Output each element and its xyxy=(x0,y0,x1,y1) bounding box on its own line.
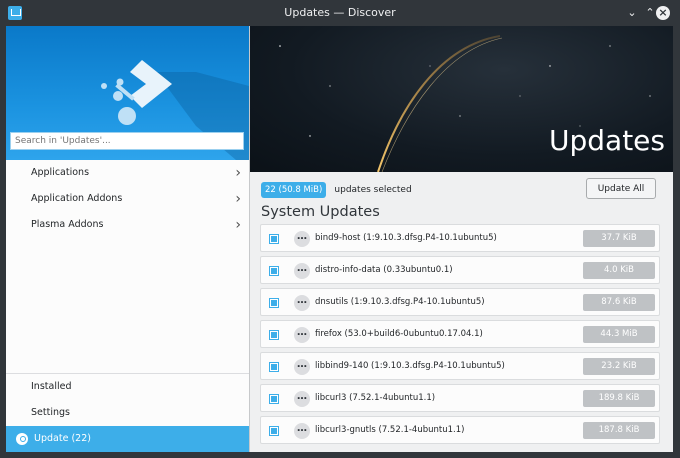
update-row[interactable]: … dnsutils (1:9.10.3.dfsg.P4-10.1ubuntu5… xyxy=(260,288,660,316)
package-size: 4.0 KiB xyxy=(583,262,655,279)
select-checkbox[interactable] xyxy=(269,330,279,340)
update-row[interactable]: … distro-info-data (0.33ubuntu0.1) 4.0 K… xyxy=(260,256,660,284)
nav-update[interactable]: Update (22) xyxy=(6,426,249,452)
package-size: 189.8 KiB xyxy=(583,390,655,407)
package-size: 187.8 KiB xyxy=(583,422,655,439)
package-name: libcurl3 (7.52.1-4ubuntu1.1) xyxy=(315,393,436,403)
package-name: bind9-host (1:9.10.3.dfsg.P4-10.1ubuntu5… xyxy=(315,233,497,243)
more-options-icon[interactable]: … xyxy=(294,359,310,375)
more-options-icon[interactable]: … xyxy=(294,295,310,311)
selection-text: updates selected xyxy=(334,184,412,195)
category-list: Applications › Application Addons › Plas… xyxy=(6,160,249,238)
search-input[interactable] xyxy=(10,132,244,150)
page-title: Updates xyxy=(549,124,665,157)
category-label: Applications xyxy=(31,167,90,178)
category-plasma-addons[interactable]: Plasma Addons › xyxy=(6,212,249,238)
close-icon[interactable]: × xyxy=(656,6,670,20)
package-size: 87.6 KiB xyxy=(583,294,655,311)
update-row[interactable]: … libcurl3 (7.52.1-4ubuntu1.1) 189.8 KiB xyxy=(260,384,660,412)
section-title: System Updates xyxy=(261,204,380,220)
minimize-icon[interactable]: ⌄ xyxy=(624,5,640,21)
package-name: distro-info-data (0.33ubuntu0.1) xyxy=(315,265,453,275)
update-row[interactable]: … libbind9-140 (1:9.10.3.dfsg.P4-10.1ubu… xyxy=(260,352,660,380)
more-options-icon[interactable]: … xyxy=(294,231,310,247)
more-options-icon[interactable]: … xyxy=(294,327,310,343)
package-size: 23.2 KiB xyxy=(583,358,655,375)
update-row[interactable]: … libcurl3-gnutls (7.52.1-4ubuntu1.1) 18… xyxy=(260,416,660,444)
category-applications[interactable]: Applications › xyxy=(6,160,249,186)
more-options-icon[interactable]: … xyxy=(294,391,310,407)
title-bar[interactable]: Updates — Discover ⌄ ⌃ × xyxy=(0,0,680,26)
sidebar: Applications › Application Addons › Plas… xyxy=(6,26,250,452)
select-checkbox[interactable] xyxy=(269,266,279,276)
updates-list: … bind9-host (1:9.10.3.dfsg.P4-10.1ubunt… xyxy=(260,224,660,448)
selection-summary: 22 (50.8 MiB) updates selected xyxy=(261,179,412,198)
nav-settings[interactable]: Settings xyxy=(6,400,249,426)
discover-window: Updates — Discover ⌄ ⌃ × Applica xyxy=(0,0,680,458)
select-checkbox[interactable] xyxy=(269,234,279,244)
window-title: Updates — Discover xyxy=(284,6,396,19)
package-name: libcurl3-gnutls (7.52.1-4ubuntu1.1) xyxy=(315,425,465,435)
chevron-right-icon: › xyxy=(235,217,241,233)
window-content: Applications › Application Addons › Plas… xyxy=(6,26,673,452)
updates-banner: Updates xyxy=(250,26,673,172)
more-options-icon[interactable]: … xyxy=(294,423,310,439)
category-application-addons[interactable]: Application Addons › xyxy=(6,186,249,212)
more-options-icon[interactable]: … xyxy=(294,263,310,279)
nav-installed[interactable]: Installed xyxy=(6,374,249,400)
update-all-button[interactable]: Update All xyxy=(586,178,656,199)
nav-update-label: Update (22) xyxy=(34,433,91,444)
chevron-right-icon: › xyxy=(235,165,241,181)
select-checkbox[interactable] xyxy=(269,394,279,404)
update-icon xyxy=(16,432,28,445)
package-name: firefox (53.0+build6-0ubuntu0.17.04.1) xyxy=(315,329,483,339)
category-label: Plasma Addons xyxy=(31,219,104,230)
package-name: libbind9-140 (1:9.10.3.dfsg.P4-10.1ubunt… xyxy=(315,361,505,371)
chevron-right-icon: › xyxy=(235,191,241,207)
sidebar-header xyxy=(6,26,249,160)
select-checkbox[interactable] xyxy=(269,426,279,436)
bottom-nav: Installed Settings Update (22) xyxy=(6,373,249,452)
package-size: 37.7 KiB xyxy=(583,230,655,247)
category-label: Application Addons xyxy=(31,193,123,204)
select-checkbox[interactable] xyxy=(269,362,279,372)
main-panel: Updates 22 (50.8 MiB) updates selected U… xyxy=(250,26,673,452)
update-row[interactable]: … bind9-host (1:9.10.3.dfsg.P4-10.1ubunt… xyxy=(260,224,660,252)
select-checkbox[interactable] xyxy=(269,298,279,308)
package-size: 44.3 MiB xyxy=(583,326,655,343)
package-name: dnsutils (1:9.10.3.dfsg.P4-10.1ubuntu5) xyxy=(315,297,485,307)
update-row[interactable]: … firefox (53.0+build6-0ubuntu0.17.04.1)… xyxy=(260,320,660,348)
selection-count-badge: 22 (50.8 MiB) xyxy=(261,181,327,198)
